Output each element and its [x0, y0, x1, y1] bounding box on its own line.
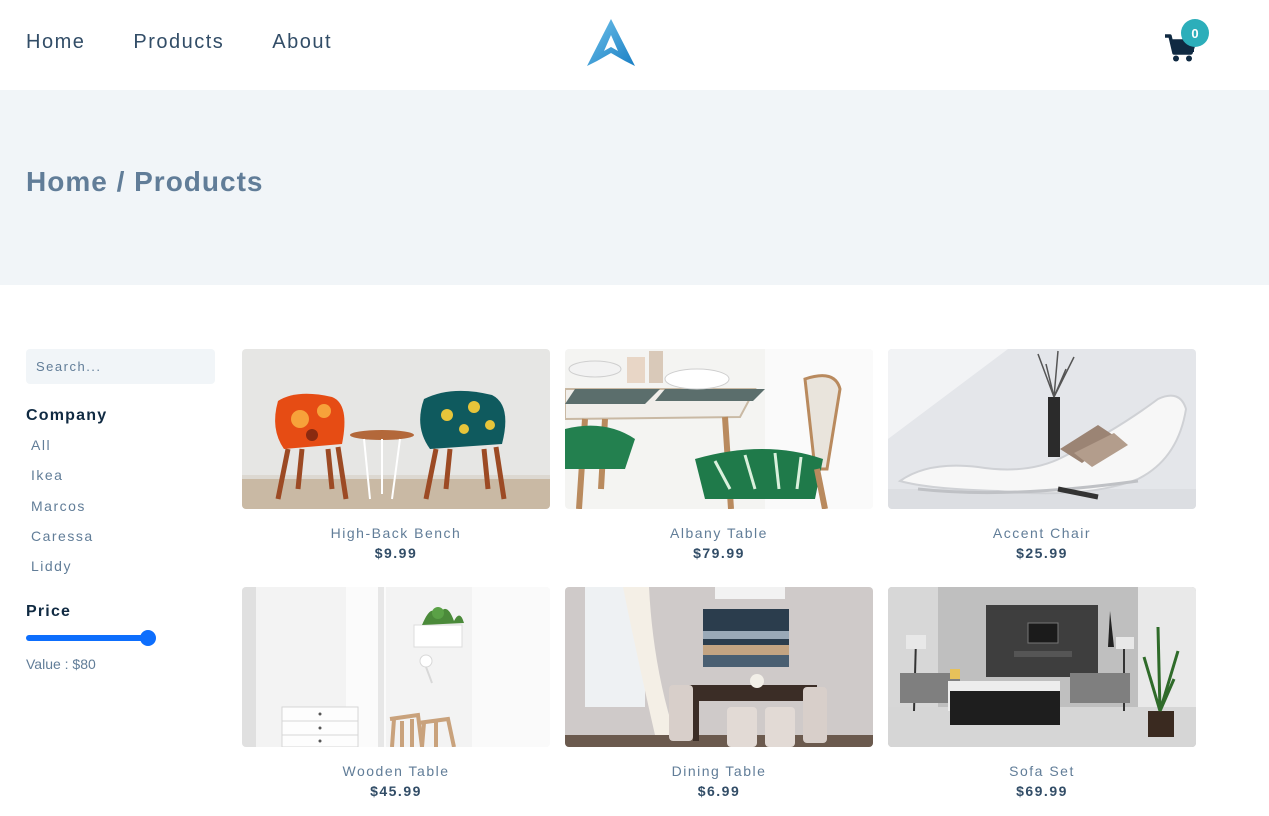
price-slider[interactable] — [26, 630, 156, 646]
product-price: $45.99 — [370, 783, 422, 799]
company-filter-marcos[interactable]: Marcos — [31, 498, 94, 528]
product-price: $69.99 — [1016, 783, 1068, 799]
product-name: Accent Chair — [992, 525, 1092, 541]
price-heading: Price — [26, 603, 72, 620]
nav-links: Home Products About — [26, 31, 332, 54]
product-card[interactable]: Dining Table $6.99 — [565, 587, 873, 799]
product-price: $25.99 — [1016, 545, 1068, 561]
price-slider-track[interactable] — [26, 635, 148, 641]
product-image-sofa-set[interactable] — [888, 587, 1196, 747]
company-filter-list: All Ikea Marcos Caressa Liddy — [31, 437, 94, 588]
product-image-high-back-bench[interactable] — [242, 349, 550, 509]
company-heading: Company — [26, 407, 108, 424]
breadcrumb: Home / Products — [26, 166, 264, 197]
product-image-dining-table[interactable] — [565, 587, 873, 747]
nav-link-about[interactable]: About — [272, 31, 332, 54]
product-name: Sofa Set — [1009, 763, 1075, 779]
product-card[interactable]: Albany Table $79.99 — [565, 349, 873, 561]
page-hero: Home / Products — [0, 90, 1269, 285]
product-price: $79.99 — [693, 545, 745, 561]
product-image-wooden-table[interactable] — [242, 587, 550, 747]
product-price: $6.99 — [697, 783, 741, 799]
logo-icon[interactable] — [585, 17, 637, 67]
price-slider-handle[interactable] — [140, 630, 156, 646]
company-filter-liddy[interactable]: Liddy — [31, 558, 94, 588]
company-filter-all[interactable]: All — [31, 437, 94, 467]
cart-count-badge: 0 — [1181, 19, 1209, 47]
product-card[interactable]: Sofa Set $69.99 — [888, 587, 1196, 799]
product-image-albany-table[interactable] — [565, 349, 873, 509]
product-name: Wooden Table — [342, 763, 450, 779]
search-input[interactable] — [26, 349, 215, 384]
company-filter-ikea[interactable]: Ikea — [31, 467, 94, 497]
product-card[interactable]: Wooden Table $45.99 — [242, 587, 550, 799]
top-navbar: Home Products About 0 — [0, 0, 1269, 90]
company-filter-caressa[interactable]: Caressa — [31, 528, 94, 558]
nav-link-products[interactable]: Products — [133, 31, 224, 54]
price-value-label: Value : $80 — [26, 656, 96, 672]
product-image-accent-chair[interactable] — [888, 349, 1196, 509]
product-name: Albany Table — [670, 525, 768, 541]
product-card[interactable]: Accent Chair $25.99 — [888, 349, 1196, 561]
nav-link-home[interactable]: Home — [26, 31, 85, 54]
product-name: Dining Table — [671, 763, 767, 779]
product-price: $9.99 — [374, 545, 418, 561]
product-name: High-Back Bench — [330, 525, 462, 541]
product-card[interactable]: High-Back Bench $9.99 — [242, 349, 550, 561]
